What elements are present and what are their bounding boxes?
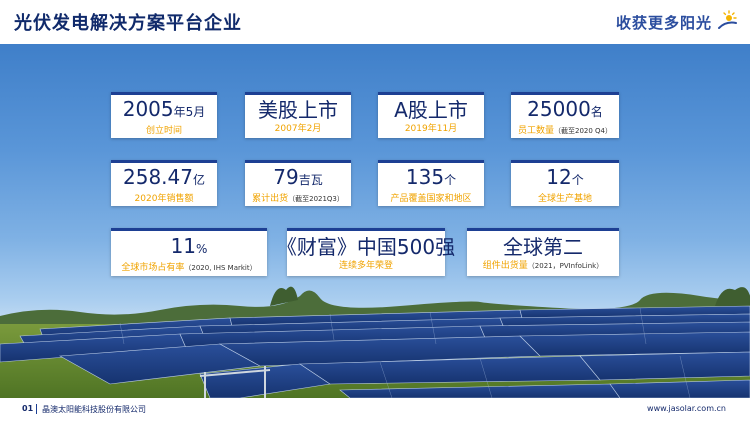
stat-value: 12个	[546, 164, 584, 189]
slide: 光伏发电解决方案平台企业 收获更多阳光 2005年5月 创立时间 美股上市 20…	[0, 0, 750, 425]
stat-value: 《财富》中国500强	[276, 235, 456, 259]
stat-label: 组件出货量（2021，PVInfoLink）	[482, 261, 604, 271]
stat-card-market-share: 11% 全球市场占有率（2020, IHS Markit）	[111, 228, 267, 276]
stat-value: 全球第二	[503, 235, 583, 259]
stat-value: A股上市	[394, 98, 468, 122]
stat-value: 79吉瓦	[273, 164, 323, 189]
stat-label: 2007年2月	[274, 124, 322, 134]
company-name: 晶澳太阳能科技股份有限公司	[42, 405, 146, 414]
stat-card-us-listing: 美股上市 2007年2月	[245, 92, 351, 138]
sun-logo-icon	[718, 10, 737, 29]
stat-label: 创立时间	[145, 125, 182, 136]
stat-card-fortune-500: 《财富》中国500强 连续多年荣登	[277, 228, 455, 276]
footer: 01 晶澳太阳能科技股份有限公司 www.jasolar.com.cn	[0, 398, 750, 425]
stat-label: 连续多年荣登	[338, 261, 393, 271]
stat-label: 累计出货（截至2021Q3）	[252, 193, 344, 204]
stat-label: 2019年11月	[404, 124, 458, 134]
stat-label: 全球生产基地	[537, 193, 592, 204]
stat-value: 135个	[405, 164, 457, 189]
stat-card-a-share-listing: A股上市 2019年11月	[378, 92, 484, 138]
stat-value: 2005年5月	[122, 96, 206, 121]
page-title: 光伏发电解决方案平台企业	[14, 13, 242, 34]
slogan: 收获更多阳光	[615, 14, 712, 32]
stat-label: 产品覆盖国家和地区	[390, 193, 472, 204]
stat-value: 258.47亿	[123, 164, 205, 189]
website-link[interactable]: www.jasolar.com.cn	[647, 404, 726, 413]
stat-card-employees: 25000名 员工数量（截至2020 Q4）	[511, 92, 619, 138]
stat-value: 美股上市	[258, 98, 338, 122]
stat-label: 员工数量（截至2020 Q4）	[517, 125, 613, 136]
stat-card-revenue: 258.47亿 2020年销售额	[111, 160, 217, 206]
stat-value: 11%	[170, 233, 208, 258]
stat-value: 25000名	[527, 96, 603, 121]
stat-card-global-rank: 全球第二 组件出货量（2021，PVInfoLink）	[467, 228, 619, 276]
header: 光伏发电解决方案平台企业 收获更多阳光	[0, 0, 750, 44]
stat-label: 2020年销售额	[134, 193, 194, 204]
stat-card-founded: 2005年5月 创立时间	[111, 92, 217, 138]
stat-card-countries: 135个 产品覆盖国家和地区	[378, 160, 484, 206]
footer-divider	[36, 404, 37, 414]
stat-label: 全球市场占有率（2020, IHS Markit）	[121, 262, 257, 273]
stat-card-shipments: 79吉瓦 累计出货（截至2021Q3）	[245, 160, 351, 206]
page-number: 01	[22, 404, 34, 413]
stat-card-production-bases: 12个 全球生产基地	[511, 160, 619, 206]
